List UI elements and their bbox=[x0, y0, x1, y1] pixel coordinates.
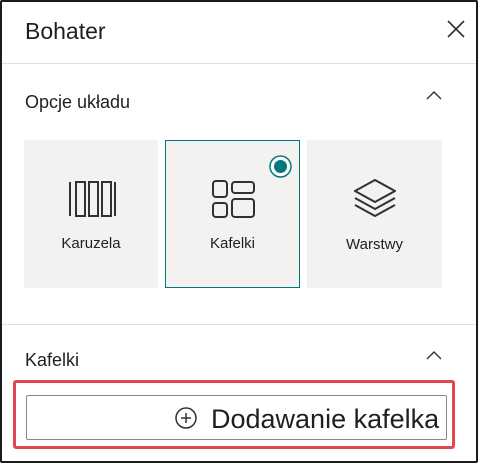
selected-radio-icon bbox=[269, 155, 292, 178]
chevron-up-icon bbox=[426, 91, 442, 100]
layout-option-tiles[interactable]: Kafelki bbox=[165, 140, 300, 288]
header-divider bbox=[2, 63, 476, 64]
layers-icon bbox=[349, 176, 401, 222]
layout-options-collapse-button[interactable] bbox=[422, 84, 446, 108]
tiles-heading: Kafelki bbox=[25, 350, 80, 370]
close-button[interactable] bbox=[442, 15, 470, 43]
layout-option-layers[interactable]: Warstwy bbox=[307, 140, 442, 288]
add-tile-button[interactable]: Dodawanie kafelka bbox=[26, 395, 447, 440]
section-divider bbox=[2, 324, 476, 325]
carousel-icon bbox=[65, 176, 117, 222]
layout-option-carousel[interactable]: Karuzela bbox=[24, 140, 158, 288]
panel-header: Bohater bbox=[2, 2, 476, 64]
add-circle-icon bbox=[175, 407, 197, 429]
layout-option-label: Warstwy bbox=[346, 236, 403, 253]
tiles-icon bbox=[207, 177, 259, 223]
panel-title: Bohater bbox=[25, 18, 106, 44]
layout-option-label: Karuzela bbox=[61, 235, 121, 252]
layout-options-group: Karuzela Kafelki Warstwy bbox=[24, 140, 442, 288]
chevron-up-icon bbox=[426, 351, 442, 360]
layout-options-heading: Opcje układu bbox=[25, 92, 131, 112]
layout-option-label: Kafelki bbox=[209, 235, 256, 252]
hero-settings-panel: Bohater Opcje układu Karuzela Kafelki Wa… bbox=[0, 0, 478, 463]
add-tile-label: Dodawanie kafelka bbox=[211, 404, 440, 434]
close-icon bbox=[447, 20, 465, 38]
tiles-collapse-button[interactable] bbox=[422, 344, 446, 368]
